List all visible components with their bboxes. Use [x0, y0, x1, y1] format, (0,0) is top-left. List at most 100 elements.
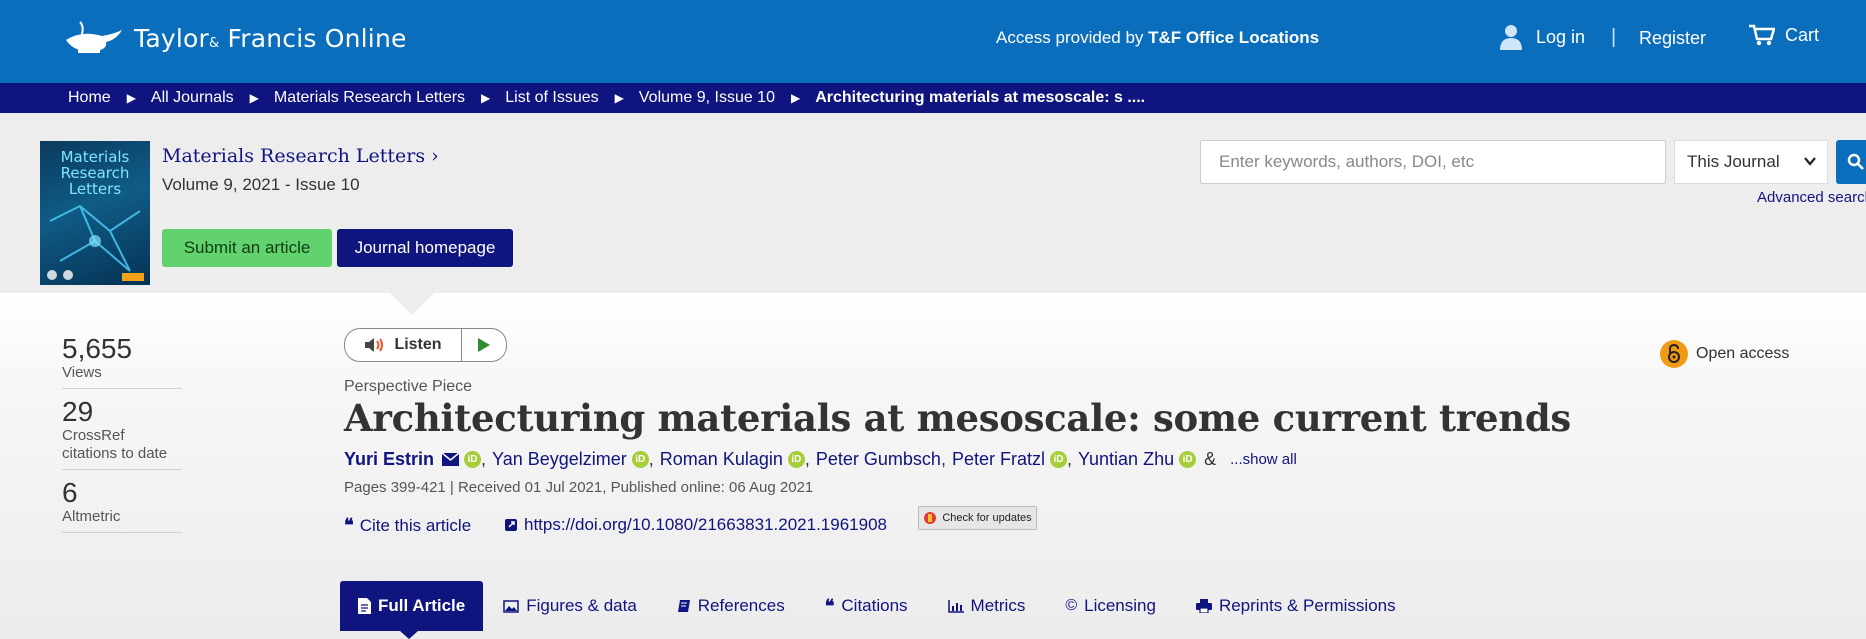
access-provided: Access provided by T&F Office Locations — [996, 28, 1320, 47]
breadcrumb-all-journals[interactable]: All Journals — [151, 89, 234, 107]
metric-value: 6 — [62, 477, 78, 508]
cart-icon — [1749, 24, 1775, 46]
orcid-icon[interactable]: iD — [1050, 451, 1067, 468]
cart-label: Cart — [1785, 24, 1820, 45]
author-separator: , — [940, 449, 946, 469]
submit-article-button[interactable]: Submit an article — [162, 229, 332, 267]
show-all-authors-link[interactable]: ...show all — [1230, 451, 1297, 468]
listen-widget: Listen — [344, 328, 507, 362]
image-icon — [503, 599, 519, 613]
external-link-icon — [505, 519, 517, 531]
register-link[interactable]: Register — [1639, 28, 1706, 49]
breadcrumb-journal[interactable]: Materials Research Letters — [274, 89, 465, 107]
orcid-icon[interactable]: iD — [631, 451, 649, 468]
tab-full-article[interactable]: Full Article — [340, 581, 484, 631]
document-icon — [358, 598, 371, 614]
article-title: Architecturing materials at mesoscale: s… — [344, 396, 1571, 440]
tab-licensing[interactable]: © Licensing — [1045, 581, 1176, 631]
author-link[interactable]: Roman Kulagin — [660, 449, 783, 470]
breadcrumb-arrow-icon: ▶ — [790, 91, 801, 105]
search-icon — [1847, 153, 1864, 170]
active-tab-notch — [400, 631, 418, 639]
site-logo[interactable]: Taylor& Francis Online — [62, 20, 407, 56]
listen-button[interactable]: Listen — [345, 329, 462, 361]
tab-label: Metrics — [970, 596, 1026, 615]
author-separator: , — [804, 449, 810, 469]
search-input[interactable]: Enter keywords, authors, DOI, etc — [1200, 140, 1666, 184]
author-link[interactable]: Peter Gumbsch — [816, 449, 941, 470]
tab-label: Citations — [841, 596, 908, 615]
logo-text: Taylor& Francis Online — [134, 23, 407, 53]
author-separator: , — [1067, 449, 1073, 469]
author-separator: , — [648, 449, 654, 469]
tab-reprints[interactable]: Reprints & Permissions — [1176, 581, 1416, 631]
article-type: Perspective Piece — [344, 378, 473, 395]
printer-icon — [1195, 599, 1212, 613]
author-link[interactable]: Yan Beygelzimer — [492, 449, 627, 470]
doi-label: https://doi.org/10.1080/21663831.2021.19… — [524, 515, 887, 534]
metric-value: 5,655 — [62, 333, 133, 364]
chevron-down-icon — [1804, 157, 1816, 166]
breadcrumb-issue[interactable]: Volume 9, Issue 10 — [639, 89, 775, 107]
tab-label: Full Article — [378, 596, 466, 615]
breadcrumb-home[interactable]: Home — [68, 89, 111, 107]
metric-label: CrossRef citations to date — [62, 427, 168, 462]
author-link[interactable]: Peter Fratzl — [952, 449, 1045, 470]
metric-label: Views — [62, 364, 102, 381]
metric-altmetric[interactable]: 6 Altmetric — [62, 478, 182, 533]
breadcrumb-list-of-issues[interactable]: List of Issues — [505, 89, 598, 107]
play-button[interactable] — [462, 337, 506, 353]
listen-label: Listen — [394, 336, 442, 353]
journal-title-link[interactable]: Materials Research Letters › — [162, 145, 439, 167]
journal-cover[interactable]: Materials Research Letters — [40, 141, 150, 285]
login-link[interactable]: Log in — [1500, 24, 1585, 50]
tab-metrics[interactable]: Metrics — [928, 581, 1046, 631]
quote-icon: ❝ — [344, 515, 354, 535]
cite-article-link[interactable]: ❝ Cite this article — [344, 515, 471, 536]
advanced-search-link[interactable]: Advanced search — [1757, 189, 1866, 206]
metric-label: Altmetric — [62, 508, 121, 525]
search-scope-select[interactable]: This Journal — [1674, 140, 1828, 184]
breadcrumb-arrow-icon: ▶ — [481, 91, 491, 105]
lamp-logo-icon — [66, 21, 122, 53]
open-access-badge: Open access — [1660, 340, 1789, 368]
orcid-icon[interactable]: iD — [464, 451, 482, 468]
tab-label: Licensing — [1084, 596, 1156, 615]
author-link[interactable]: Yuntian Zhu — [1078, 449, 1174, 470]
tab-citations[interactable]: ❝ Citations — [805, 581, 928, 631]
article-tabs: Full Article Figures & data References ❝… — [340, 581, 1416, 631]
tab-label: References — [697, 596, 785, 615]
tab-figures[interactable]: Figures & data — [483, 581, 657, 631]
check-for-updates-label: Check for updates — [942, 512, 1032, 524]
email-icon[interactable] — [442, 453, 460, 466]
article-metrics: 5,655 Views 29 CrossRef citations to dat… — [62, 334, 182, 541]
book-icon — [677, 600, 690, 612]
journal-header: Materials Research Letters Materials Res… — [0, 113, 1866, 293]
top-bar: Taylor& Francis Online Access provided b… — [0, 0, 1866, 83]
login-label: Log in — [1536, 26, 1586, 47]
cite-label: Cite this article — [359, 515, 472, 535]
breadcrumb: Home ▶ All Journals ▶ Materials Research… — [0, 83, 1866, 113]
metric-views: 5,655 Views — [62, 334, 182, 389]
doi-link[interactable]: https://doi.org/10.1080/21663831.2021.19… — [504, 515, 887, 535]
journal-homepage-button[interactable]: Journal homepage — [337, 229, 513, 267]
header-separator: | — [1611, 26, 1617, 48]
breadcrumb-arrow-icon: ▶ — [249, 91, 259, 105]
breadcrumb-current: Architecturing materials at mesoscale: s… — [815, 89, 1146, 106]
search-button[interactable] — [1836, 140, 1866, 184]
cover-title: Materials Research Letters — [60, 148, 130, 198]
orcid-icon[interactable]: iD — [1179, 451, 1197, 468]
breadcrumb-arrow-icon: ▶ — [126, 91, 136, 105]
copyright-icon: © — [1065, 597, 1078, 614]
cart-link[interactable]: Cart — [1749, 24, 1819, 46]
orcid-icon[interactable]: iD — [787, 451, 805, 468]
check-for-updates-button[interactable]: Check for updates — [918, 506, 1037, 530]
author-link[interactable]: Yuri Estrin — [344, 449, 434, 470]
metric-citations[interactable]: 29 CrossRef citations to date — [62, 397, 182, 470]
tab-label: Reprints & Permissions — [1218, 596, 1396, 615]
author-separator: , — [481, 449, 487, 469]
author-ampersand: & — [1204, 449, 1217, 469]
search-scope-value: This Journal — [1687, 152, 1780, 171]
metric-value: 29 — [62, 396, 94, 427]
tab-references[interactable]: References — [657, 581, 805, 631]
